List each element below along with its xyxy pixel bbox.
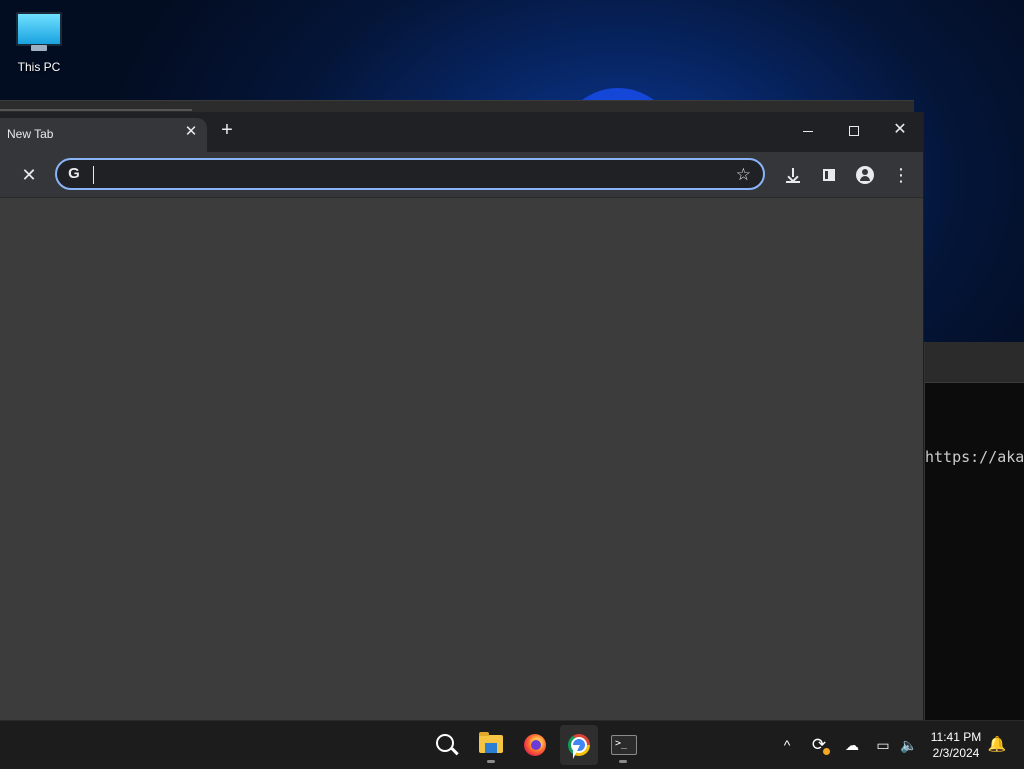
- terminal-titlebar[interactable]: [925, 342, 1024, 383]
- maximize-button[interactable]: [831, 112, 877, 148]
- clock-date: 2/3/2024: [932, 746, 980, 760]
- chrome-menu-button[interactable]: ⋮: [888, 162, 914, 188]
- download-tray-icon: [786, 181, 800, 183]
- folder-icon: [479, 732, 503, 753]
- bookmark-star-icon[interactable]: ☆: [736, 164, 751, 186]
- volume-muted-icon[interactable]: 🔈: [898, 721, 920, 769]
- stop-loading-button[interactable]: ✕: [16, 162, 42, 188]
- network-icon[interactable]: ▭: [872, 721, 894, 769]
- browser-toolbar: ✕ G ☆ ⋮: [0, 152, 923, 198]
- side-panel-button[interactable]: [816, 162, 842, 188]
- taskbar-search-button[interactable]: [428, 725, 466, 765]
- google-icon: G: [68, 165, 80, 182]
- minimize-icon: [803, 130, 813, 132]
- sync-icon[interactable]: ⟳: [808, 721, 830, 769]
- notification-bell-icon[interactable]: 🔔: [986, 721, 1008, 769]
- terminal-output-text: https://aka: [925, 448, 1024, 466]
- text-caret: [93, 166, 94, 184]
- tab-close-icon[interactable]: ✕: [183, 124, 199, 140]
- download-button[interactable]: [780, 162, 806, 188]
- tab-new-tab[interactable]: New Tab ✕: [0, 118, 207, 152]
- address-bar[interactable]: G ☆: [55, 158, 765, 190]
- page-content-area[interactable]: [0, 198, 923, 720]
- maximize-icon: [849, 126, 859, 137]
- running-indicator: [487, 760, 495, 763]
- taskbar-clock[interactable]: 11:41 PM 2/3/2024: [928, 729, 984, 761]
- chrome-window: New Tab ✕ + ✕ ✕ G ☆ ⋮: [0, 112, 924, 720]
- sync-status-dot: [823, 748, 830, 755]
- tab-strip[interactable]: New Tab ✕ + ✕: [0, 112, 923, 152]
- terminal-icon: >_: [611, 735, 637, 755]
- download-icon: [787, 167, 799, 182]
- taskbar-firefox[interactable]: [516, 725, 554, 765]
- clock-time: 11:41 PM: [930, 730, 982, 744]
- profile-button[interactable]: [852, 162, 878, 188]
- firefox-icon: [524, 734, 546, 756]
- monitor-icon: [16, 12, 62, 51]
- taskbar-file-explorer[interactable]: [472, 725, 510, 765]
- running-indicator: [619, 760, 627, 763]
- mouse-pointer-icon: [573, 745, 580, 759]
- tab-title: New Tab: [7, 127, 54, 141]
- desktop-icon-label: This PC: [17, 60, 61, 74]
- new-tab-button[interactable]: +: [217, 120, 237, 140]
- taskbar: >_ ^ ⟳ ☁ ▭ 🔈 11:41 PM 2/3/2024 🔔: [0, 720, 1024, 769]
- side-panel-icon: [823, 168, 835, 181]
- profile-avatar-icon: [856, 165, 874, 184]
- search-icon: [436, 734, 454, 752]
- desktop-icon-this-pc[interactable]: This PC: [8, 8, 70, 74]
- address-input[interactable]: [97, 164, 721, 188]
- show-hidden-icons-chevron-icon[interactable]: ^: [776, 721, 798, 769]
- taskbar-terminal[interactable]: >_: [604, 725, 642, 765]
- terminal-window[interactable]: https://aka: [924, 342, 1024, 720]
- minimize-button[interactable]: [785, 112, 831, 148]
- close-window-button[interactable]: ✕: [877, 112, 923, 148]
- onedrive-cloud-icon[interactable]: ☁: [840, 721, 864, 769]
